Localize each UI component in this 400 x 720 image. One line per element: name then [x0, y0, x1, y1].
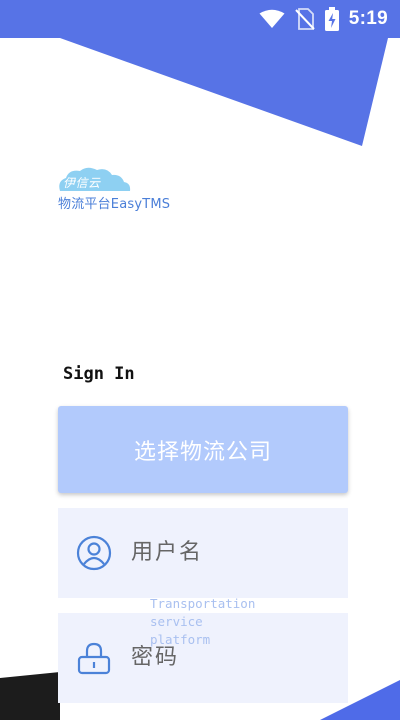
user-icon [76, 535, 112, 571]
app-logo: 伊信云 物流平台EasyTMS [57, 165, 197, 215]
status-time: 5:19 [348, 8, 388, 29]
watermark-text: Transportation service platform [150, 595, 270, 649]
watermark-line: platform [150, 632, 211, 647]
username-placeholder: 用户名 [131, 540, 204, 565]
logo-brand: 伊信云 [63, 176, 101, 190]
no-sim-icon [295, 8, 315, 30]
select-company-button[interactable]: 选择物流公司 [58, 406, 348, 493]
status-bar: 5:19 [0, 0, 400, 38]
watermark-line: Transportation [150, 596, 256, 611]
bottom-dark-wedge [0, 672, 60, 720]
lock-icon [77, 642, 111, 675]
username-field[interactable]: 用户名 [58, 508, 348, 598]
watermark-line: service [150, 614, 203, 629]
logo-tagline: 物流平台EasyTMS [58, 197, 171, 212]
sign-in-title: Sign In [63, 364, 135, 384]
select-company-label: 选择物流公司 [133, 439, 272, 465]
wifi-icon [259, 9, 285, 28]
battery-charging-icon [324, 7, 339, 31]
